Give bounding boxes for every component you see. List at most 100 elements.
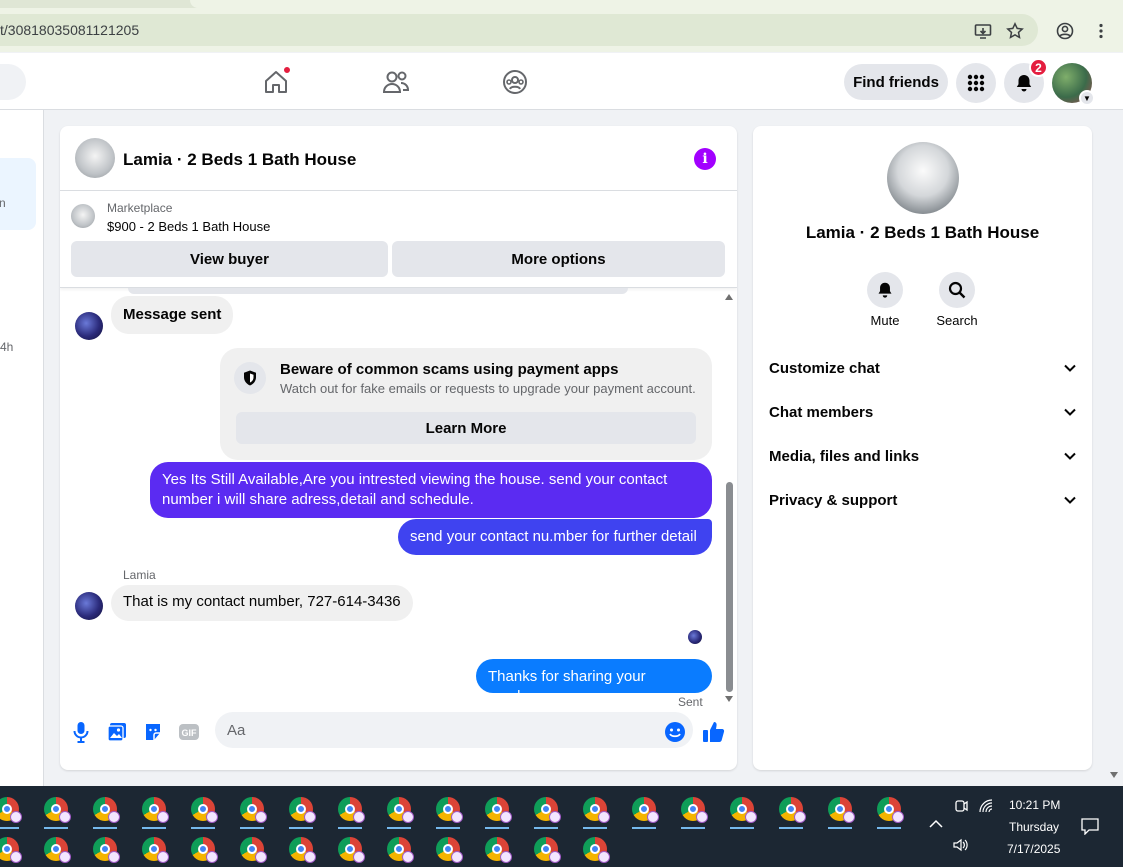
chrome-taskbar-icon[interactable] <box>678 794 708 829</box>
gif-icon[interactable]: GIF <box>177 720 201 744</box>
chrome-taskbar-icon[interactable] <box>0 794 22 829</box>
clock-time[interactable]: 10:21 PM <box>1009 798 1060 812</box>
chrome-taskbar-icon[interactable] <box>482 794 512 829</box>
photo-icon[interactable] <box>105 720 129 744</box>
menu-grid-button[interactable] <box>956 63 996 103</box>
search-icon <box>939 272 975 308</box>
chrome-taskbar-icon[interactable] <box>41 794 71 829</box>
meet-now-icon[interactable] <box>953 798 969 817</box>
privacy-support-row[interactable]: Privacy & support <box>753 478 1092 522</box>
lamia-avatar[interactable] <box>75 312 103 340</box>
listing-profile-image[interactable] <box>887 142 959 214</box>
message-bubble[interactable]: Message sent <box>111 296 234 334</box>
scroll-down-arrow[interactable] <box>725 696 733 702</box>
chrome-taskbar-icon[interactable] <box>825 794 855 829</box>
message-input[interactable] <box>215 712 693 748</box>
clock-day[interactable]: Thursday <box>1009 820 1059 834</box>
install-app-icon[interactable] <box>973 21 993 41</box>
chrome-taskbar-icon[interactable] <box>580 834 610 864</box>
active-tab-edge <box>190 0 1123 8</box>
chrome-taskbar-icon[interactable] <box>41 834 71 864</box>
action-center-icon[interactable] <box>1081 817 1099 838</box>
profile-icon[interactable] <box>1055 21 1075 41</box>
chrome-taskbar-icon[interactable] <box>335 834 365 864</box>
chrome-taskbar-icon[interactable] <box>335 794 365 829</box>
listing-thumbnail[interactable] <box>71 204 95 228</box>
chrome-taskbar-icon[interactable] <box>90 834 120 864</box>
media-files-links-row[interactable]: Media, files and links <box>753 434 1092 478</box>
chrome-taskbar-icon[interactable] <box>433 834 463 864</box>
incoming-message[interactable]: That is my contact number, 727-614-3436 <box>111 585 413 621</box>
chrome-taskbar-icon[interactable] <box>727 794 757 829</box>
network-icon[interactable] <box>978 798 994 817</box>
learn-more-button[interactable]: Learn More <box>236 412 696 444</box>
chrome-taskbar-icon[interactable] <box>629 794 659 829</box>
clock-date[interactable]: 7/17/2025 <box>1007 842 1060 856</box>
chrome-taskbar-icon[interactable] <box>237 834 267 864</box>
conversation-title[interactable]: Lamia · 2 Beds 1 Bath House <box>123 150 356 170</box>
address-bar[interactable] <box>0 14 1038 46</box>
outgoing-message[interactable]: Thanks for sharing your number <box>476 659 712 705</box>
account-avatar[interactable]: ▼ <box>1052 63 1095 106</box>
scrollbar-thumb[interactable] <box>726 482 733 692</box>
chrome-taskbar-icon[interactable] <box>580 794 610 829</box>
sticker-icon[interactable] <box>141 720 165 744</box>
microphone-icon[interactable] <box>69 720 93 744</box>
chrome-taskbar-icon[interactable] <box>0 834 22 864</box>
chrome-taskbar-icon[interactable] <box>874 794 904 829</box>
chrome-taskbar-icon[interactable] <box>90 794 120 829</box>
chevron-down-icon <box>1064 364 1076 372</box>
message-scrollbar[interactable] <box>723 294 735 706</box>
chrome-taskbar-icon[interactable] <box>531 834 561 864</box>
chevron-down-icon <box>1064 408 1076 416</box>
search-button[interactable]: Search <box>927 272 987 328</box>
listing-price[interactable]: $900 - 2 Beds 1 Bath House <box>107 219 270 234</box>
more-options-button[interactable]: More options <box>392 241 725 277</box>
chrome-taskbar-icon[interactable] <box>776 794 806 829</box>
info-icon[interactable]: i <box>694 148 716 170</box>
chrome-taskbar-icon[interactable] <box>188 834 218 864</box>
chrome-taskbar-icon[interactable] <box>139 834 169 864</box>
outgoing-message[interactable]: Yes Its Still Available,Are you intreste… <box>150 462 712 518</box>
chrome-taskbar-icon[interactable] <box>139 794 169 829</box>
bookmark-star-icon[interactable] <box>1005 21 1025 41</box>
conversation-header: Lamia · 2 Beds 1 Bath House i <box>60 126 737 191</box>
show-hidden-icons-chevron-up-icon[interactable] <box>929 818 943 832</box>
chat-members-row[interactable]: Chat members <box>753 390 1092 434</box>
chrome-taskbar-icon[interactable] <box>237 794 267 829</box>
browser-menu-icon[interactable] <box>1091 21 1111 41</box>
scam-warning-text: Watch out for fake emails or requests to… <box>280 381 696 396</box>
scroll-up-arrow[interactable] <box>725 294 733 300</box>
selected-chat-snippet: n <box>0 196 6 210</box>
chrome-taskbar-icon[interactable] <box>384 794 414 829</box>
home-notification-dot <box>283 66 291 74</box>
search-box[interactable] <box>0 64 26 100</box>
chrome-taskbar-icon[interactable] <box>482 834 512 864</box>
chrome-taskbar-icon[interactable] <box>286 834 316 864</box>
mute-button[interactable]: Mute <box>855 272 915 328</box>
groups-icon[interactable] <box>497 65 533 99</box>
like-thumb-icon[interactable] <box>702 720 726 744</box>
chrome-taskbar-icon[interactable] <box>531 794 561 829</box>
row-label: Customize chat <box>769 359 880 377</box>
find-friends-button[interactable]: Find friends <box>844 64 948 100</box>
page-scroll-down-arrow[interactable] <box>1110 772 1118 778</box>
outgoing-message[interactable]: send your contact nu.mber for further de… <box>398 519 712 555</box>
url-text[interactable]: t/30818035081121205 <box>0 22 139 38</box>
chrome-taskbar-icon[interactable] <box>384 834 414 864</box>
lamia-avatar[interactable] <box>75 592 103 620</box>
home-icon[interactable] <box>258 65 294 99</box>
view-buyer-button[interactable]: View buyer <box>71 241 388 277</box>
svg-text:GIF: GIF <box>182 728 198 738</box>
chat-list-panel: n 4h <box>0 110 44 786</box>
friends-icon[interactable] <box>378 65 414 99</box>
customize-chat-row[interactable]: Customize chat <box>753 346 1092 390</box>
selected-chat-item[interactable]: n <box>0 158 36 230</box>
chrome-taskbar-icon[interactable] <box>188 794 218 829</box>
volume-icon[interactable] <box>952 838 970 855</box>
emoji-icon[interactable] <box>663 720 687 744</box>
listing-avatar[interactable] <box>75 138 115 178</box>
chrome-taskbar-icon[interactable] <box>286 794 316 829</box>
notifications-button[interactable]: 2 <box>1004 58 1048 103</box>
chrome-taskbar-icon[interactable] <box>433 794 463 829</box>
